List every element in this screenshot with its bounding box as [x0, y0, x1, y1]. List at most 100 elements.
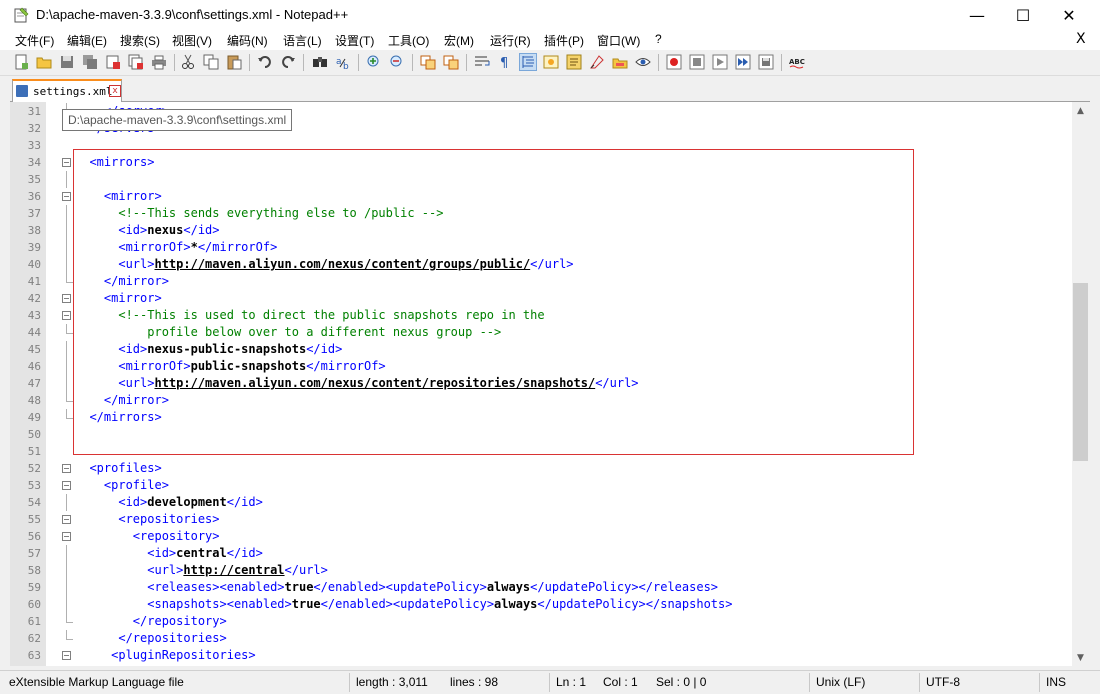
menu-window[interactable]: 窗口(W) [597, 32, 640, 49]
line-number: 36 [27, 190, 41, 203]
scrollbar-thumb[interactable] [1073, 283, 1088, 461]
replace-icon[interactable]: ab [335, 54, 351, 70]
fold-toggle-icon[interactable] [62, 515, 71, 524]
code-line[interactable]: 61 </repository> [10, 613, 1072, 630]
monitoring-icon[interactable] [612, 54, 628, 70]
sync-horizontal-icon[interactable] [443, 54, 459, 70]
token-tag: </updatePolicy></snapshots> [537, 597, 733, 611]
close-window-button[interactable]: ✕ [1046, 0, 1092, 30]
maximize-button[interactable]: ☐ [1000, 0, 1046, 30]
document-map-icon[interactable] [543, 54, 559, 70]
fold-end-marker [66, 324, 73, 334]
code-line[interactable]: 57 <id>central</id> [10, 545, 1072, 562]
scroll-down-icon[interactable]: ▼ [1072, 649, 1089, 666]
menu-tools[interactable]: 工具(O) [388, 32, 429, 49]
tab-close-icon[interactable]: x [109, 85, 121, 97]
menu-plugins[interactable]: 插件(P) [544, 32, 584, 49]
editor[interactable]: 31 </server>32 </servers>3334 <mirrors>3… [10, 102, 1072, 666]
fold-toggle-icon[interactable] [62, 192, 71, 201]
paste-icon[interactable] [226, 54, 242, 70]
save-macro-icon[interactable] [758, 54, 774, 70]
fold-guide [66, 205, 67, 222]
line-number: 43 [27, 309, 41, 322]
indent-guide-icon[interactable] [519, 53, 537, 71]
fold-toggle-icon[interactable] [62, 481, 71, 490]
fold-guide [66, 171, 67, 188]
run-macro-multiple-icon[interactable] [735, 54, 751, 70]
toolbar-separator [412, 54, 413, 71]
menu-file[interactable]: 文件(F) [15, 32, 54, 49]
spell-check-icon[interactable]: ABC [789, 54, 805, 70]
status-lines: lines : 98 [450, 675, 499, 689]
zoom-out-icon[interactable] [389, 54, 405, 70]
status-encoding[interactable]: UTF-8 [926, 675, 960, 689]
find-icon[interactable] [312, 54, 328, 70]
undo-icon[interactable] [257, 54, 273, 70]
stop-macro-icon[interactable] [689, 54, 705, 70]
token-tag: <pluginRepositories> [75, 648, 256, 662]
menu-settings[interactable]: 设置(T) [335, 32, 374, 49]
tab-settings-xml[interactable]: settings.xml x [12, 79, 122, 102]
token-url[interactable]: http://central [183, 563, 284, 577]
toolbar-separator [781, 54, 782, 71]
status-insert-mode[interactable]: INS [1046, 675, 1066, 689]
fold-toggle-icon[interactable] [62, 158, 71, 167]
fold-toggle-icon[interactable] [62, 651, 71, 660]
cut-icon[interactable] [180, 54, 196, 70]
code-line[interactable]: 56 <repository> [10, 528, 1072, 545]
code-line[interactable]: 60 <snapshots><enabled>true</enabled><up… [10, 596, 1072, 613]
menu-help[interactable]: ? [655, 32, 662, 46]
fold-toggle-icon[interactable] [62, 311, 71, 320]
code-line[interactable]: 58 <url>http://central</url> [10, 562, 1072, 579]
vertical-scrollbar[interactable]: ▲ ▼ [1072, 102, 1089, 666]
menu-view[interactable]: 视图(V) [172, 32, 212, 49]
minimize-button[interactable]: — [954, 0, 1000, 30]
line-number: 35 [27, 173, 41, 186]
menu-search[interactable]: 搜索(S) [120, 32, 160, 49]
fold-toggle-icon[interactable] [62, 464, 71, 473]
line-number: 48 [27, 394, 41, 407]
menu-run[interactable]: 运行(R) [490, 32, 531, 49]
fold-toggle-icon[interactable] [62, 294, 71, 303]
code-line[interactable]: 54 <id>development</id> [10, 494, 1072, 511]
status-language: eXtensible Markup Language file [9, 675, 184, 689]
folder-as-workspace-icon[interactable] [589, 54, 605, 70]
new-file-icon[interactable] [13, 54, 29, 70]
menu-edit[interactable]: 编辑(E) [67, 32, 107, 49]
play-macro-icon[interactable] [712, 54, 728, 70]
save-icon[interactable] [59, 54, 75, 70]
fold-guide [66, 579, 67, 596]
line-number: 62 [27, 632, 41, 645]
eye-icon[interactable] [635, 54, 651, 70]
code-line[interactable]: 55 <repositories> [10, 511, 1072, 528]
open-file-icon[interactable] [36, 54, 52, 70]
print-icon[interactable] [151, 54, 167, 70]
sync-vertical-icon[interactable] [420, 54, 436, 70]
status-eol[interactable]: Unix (LF) [816, 675, 865, 689]
show-all-characters-icon[interactable]: ¶ [497, 54, 513, 70]
close-icon[interactable] [105, 54, 121, 70]
toolbar-separator [658, 54, 659, 71]
code-line[interactable]: 59 <releases><enabled>true</enabled><upd… [10, 579, 1072, 596]
code-line[interactable]: 53 <profile> [10, 477, 1072, 494]
zoom-in-icon[interactable] [366, 54, 382, 70]
word-wrap-icon[interactable] [474, 54, 490, 70]
redo-icon[interactable] [280, 54, 296, 70]
record-macro-icon[interactable] [666, 54, 682, 70]
scroll-up-icon[interactable]: ▲ [1072, 102, 1089, 119]
code-line[interactable]: 63 <pluginRepositories> [10, 647, 1072, 664]
copy-icon[interactable] [203, 54, 219, 70]
fold-toggle-icon[interactable] [62, 532, 71, 541]
code-line[interactable]: 52 <profiles> [10, 460, 1072, 477]
menu-encoding[interactable]: 编码(N) [227, 32, 268, 49]
close-document-button[interactable]: X [1076, 31, 1086, 47]
token-tag: <url> [75, 563, 184, 577]
close-all-icon[interactable] [128, 54, 144, 70]
code-line[interactable]: 62 </repositories> [10, 630, 1072, 647]
menu-bar: 文件(F) 编辑(E) 搜索(S) 视图(V) 编码(N) 语言(L) 设置(T… [0, 30, 1100, 50]
save-all-icon[interactable] [82, 54, 98, 70]
menu-macro[interactable]: 宏(M) [444, 32, 474, 49]
function-list-icon[interactable] [566, 54, 582, 70]
status-bar: eXtensible Markup Language file length :… [0, 670, 1100, 695]
menu-language[interactable]: 语言(L) [283, 32, 322, 49]
